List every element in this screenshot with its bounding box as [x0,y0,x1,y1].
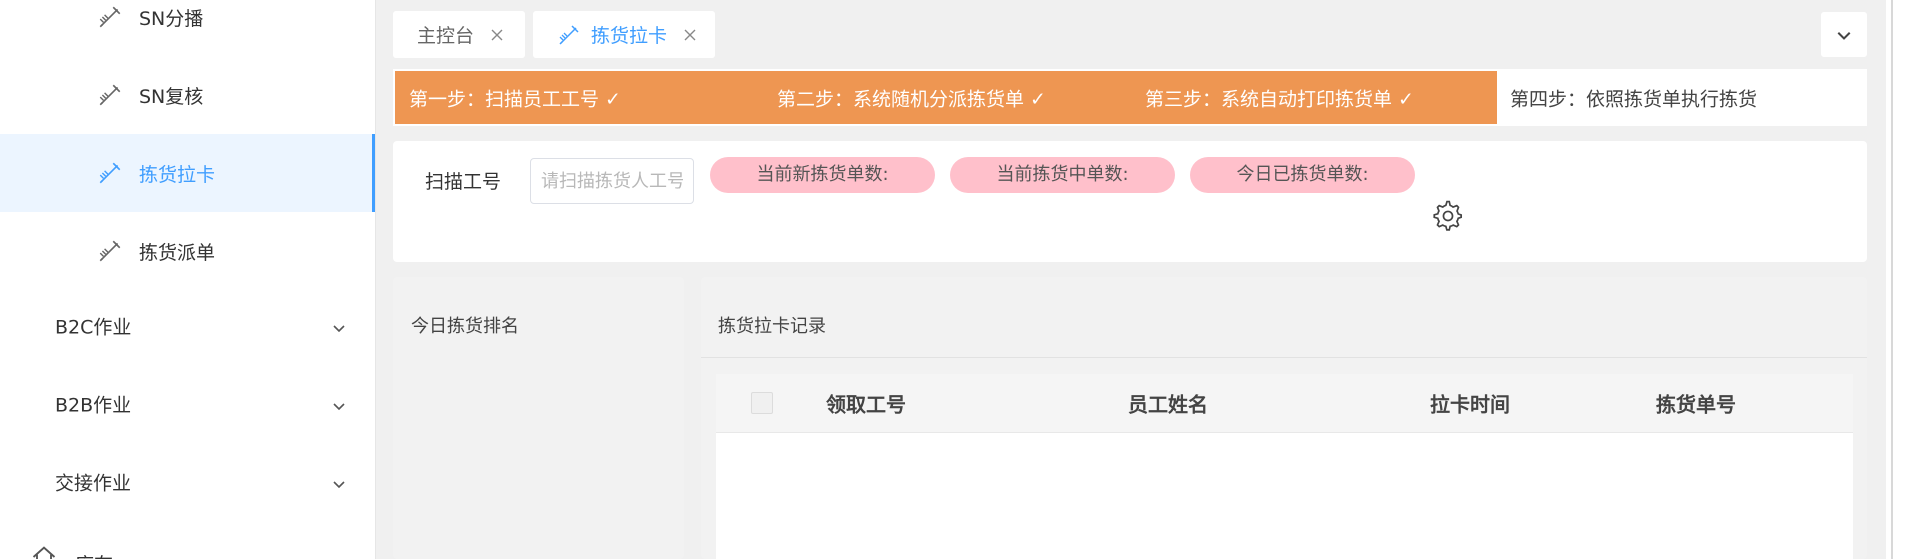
tab-more-button[interactable] [1821,12,1867,57]
sidebar-item-picking-card[interactable]: 拣货拉卡 [0,134,375,212]
step-2: 第二步：系统随机分派拣货单 ✓ [777,88,1046,110]
sidebar-item-label: 库存 [75,550,113,559]
gear-icon[interactable] [1430,198,1464,232]
column-header-employee-id[interactable]: 领取工号 [826,389,906,418]
sidebar-item-label: 拣货拉卡 [139,163,216,186]
sidebar-group-handover[interactable]: 交接作业 [0,443,375,521]
chevron-down-icon [333,481,345,489]
stat-new-picking-orders: 当前新拣货单数: [710,157,935,193]
picking-records-panel: 拣货拉卡记录 领取工号 员工姓名 拉卡时间 拣货单号 [701,277,1867,559]
scrollbar-rail [1891,0,1893,559]
sidebar-divider [375,0,376,559]
chevron-down-icon [1837,31,1851,40]
sidebar-group-label: 交接作业 [55,472,132,495]
scan-employee-id-input[interactable] [530,158,694,204]
records-table: 领取工号 员工姓名 拉卡时间 拣货单号 [716,374,1853,559]
sidebar: SN分播 SN复核 拣货拉卡 拣货派单 B2C作业 B2B作业 交接作业 [0,0,375,559]
steps-bar: 第一步：扫描员工工号 ✓ 第二步：系统随机分派拣货单 ✓ 第三步：系统自动打印拣… [393,69,1867,126]
close-icon[interactable] [683,28,697,42]
pencil-ruler-icon [99,162,121,184]
tab-label: 主控台 [417,25,475,47]
select-all-checkbox[interactable] [751,392,773,414]
column-header-picking-order-no[interactable]: 拣货单号 [1656,389,1736,418]
sidebar-group-b2c[interactable]: B2C作业 [0,287,375,365]
sidebar-item-sn-recheck[interactable]: SN复核 [0,56,375,134]
table-header: 领取工号 员工姓名 拉卡时间 拣货单号 [716,374,1853,433]
tab-label: 拣货拉卡 [591,25,668,47]
pencil-ruler-icon [99,6,121,28]
stat-picking-in-progress: 当前拣货中单数: [950,157,1175,193]
column-header-card-time[interactable]: 拉卡时间 [1430,389,1510,418]
scan-panel: 扫描工号 当前新拣货单数: 当前拣货中单数: 今日已拣货单数: [393,141,1867,262]
chevron-down-icon [333,403,345,411]
step-4: 第四步：依照拣货单执行拣货 [1510,88,1758,110]
sidebar-group-b2b[interactable]: B2B作业 [0,365,375,443]
stat-picked-today: 今日已拣货单数: [1190,157,1415,193]
scrollbar-track[interactable] [1886,0,1911,559]
sidebar-item-picking-dispatch[interactable]: 拣货派单 [0,212,375,290]
sidebar-item-label: SN复核 [139,85,204,108]
sidebar-item-label: 拣货派单 [139,241,216,264]
step-3: 第三步：系统自动打印拣货单 ✓ [1145,88,1414,110]
step-1: 第一步：扫描员工工号 ✓ [409,88,621,110]
tab-dashboard[interactable]: 主控台 [393,11,525,58]
sidebar-item-label: SN分播 [139,7,204,30]
today-ranking-panel: 今日拣货排名 [393,277,684,559]
records-divider [701,357,1867,358]
pencil-ruler-icon [99,240,121,262]
chevron-down-icon [333,325,345,333]
scan-label: 扫描工号 [425,171,502,193]
pencil-ruler-icon [99,84,121,106]
tab-picking-card[interactable]: 拣货拉卡 [533,11,715,58]
ranking-title: 今日拣货排名 [411,316,519,337]
column-header-employee-name[interactable]: 员工姓名 [1128,389,1208,418]
sidebar-group-label: B2C作业 [55,316,132,339]
records-title: 拣货拉卡记录 [718,316,826,337]
close-icon[interactable] [490,28,504,42]
sidebar-item-sn-sowing[interactable]: SN分播 [0,0,375,56]
sidebar-group-label: B2B作业 [55,394,132,417]
pencil-ruler-icon [559,24,579,45]
home-icon [32,546,56,559]
